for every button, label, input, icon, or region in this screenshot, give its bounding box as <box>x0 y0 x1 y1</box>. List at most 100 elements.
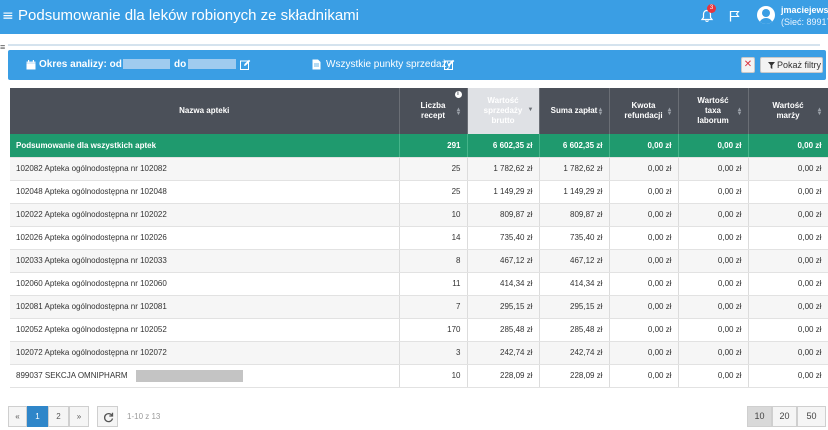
cell-margin: 0,00 zł <box>748 157 828 181</box>
cell-prescriptions: 25 <box>399 157 468 181</box>
edit-points-icon[interactable] <box>444 59 455 70</box>
cell-prescriptions: 7 <box>399 295 468 319</box>
cell-refund: 0,00 zł <box>609 157 679 181</box>
filter-bar: Okres analizy: od do Wszystkie punkty sp… <box>8 50 826 80</box>
cell-prescriptions: 14 <box>399 226 468 250</box>
cell-pharmacy-name: 102033 Apteka ogólnodostępna nr 102033 <box>10 249 400 273</box>
cell-prescriptions: 8 <box>399 249 468 273</box>
cell-taxa-laborum: 0,00 zł <box>678 272 749 296</box>
table-row[interactable]: 102052 Apteka ogólnodostępna nr 102052 1… <box>10 318 828 342</box>
cell-taxa-laborum: 0,00 zł <box>678 295 749 319</box>
column-header-refund[interactable]: Kwota refundacji ▲ ▼ <box>609 88 679 134</box>
flag-icon[interactable] <box>729 10 740 22</box>
menu-icon[interactable]: ≡ <box>2 9 14 23</box>
sort-desc-icon: ▼ <box>527 107 534 113</box>
column-header-taxa-laborum[interactable]: Wartość taxa laborum ▲ ▼ <box>678 88 749 134</box>
cell-gross-sales: 242,74 zł <box>467 341 540 365</box>
cell-refund: 0,00 zł <box>609 272 679 296</box>
cell-pharmacy-name: 102052 Apteka ogólnodostępna nr 102052 <box>10 318 400 342</box>
cell-margin: 0,00 zł <box>748 180 828 204</box>
summary-row: Podsumowanie dla wszystkich aptek 291 6 … <box>10 134 828 158</box>
cell-gross-sales: 1 782,62 zł <box>467 157 540 181</box>
cell-taxa-laborum: 0,00 zł <box>678 157 749 181</box>
page-size-20-button[interactable]: 20 <box>772 406 797 427</box>
cell-prescriptions: 10 <box>399 364 468 388</box>
sort-icon: ▲ ▼ <box>666 107 673 117</box>
cell-refund: 0,00 zł <box>609 341 679 365</box>
cell-payments: 228,09 zł <box>539 364 610 388</box>
next-page-button[interactable]: » <box>69 406 89 427</box>
column-header-pharmacy-name[interactable]: Nazwa apteki <box>10 88 400 134</box>
sidebar-toggle-icon[interactable]: ≡ <box>0 42 5 52</box>
cell-gross-sales: 295,15 zł <box>467 295 540 319</box>
cell-refund: 0,00 zł <box>609 226 679 250</box>
cell-payments: 285,48 zł <box>539 318 610 342</box>
cell-taxa-laborum: 0,00 zł <box>678 318 749 342</box>
cell-pharmacy-name: 102022 Apteka ogólnodostępna nr 102022 <box>10 203 400 227</box>
cell-payments: 809,87 zł <box>539 203 610 227</box>
cell-margin: 0,00 zł <box>748 341 828 365</box>
page-size-50-button[interactable]: 50 <box>797 406 826 427</box>
avatar[interactable] <box>757 6 775 24</box>
cell-taxa-laborum: 0,00 zł <box>678 364 749 388</box>
page-title: Podsumowanie dla leków robionych ze skła… <box>18 7 360 24</box>
cell-payments: 467,12 zł <box>539 249 610 273</box>
table-row[interactable]: 102048 Apteka ogólnodostępna nr 102048 2… <box>10 180 828 204</box>
cell-gross-sales: 809,87 zł <box>467 203 540 227</box>
cell-refund: 0,00 zł <box>609 364 679 388</box>
cell-pharmacy-name: 102082 Apteka ogólnodostępna nr 102082 <box>10 157 400 181</box>
cell-refund: 0,00 zł <box>609 295 679 319</box>
table-row[interactable]: 102082 Apteka ogólnodostępna nr 102082 2… <box>10 157 828 181</box>
page-button-2[interactable]: 2 <box>48 406 69 427</box>
summary-taxa-laborum: 0,00 zł <box>678 134 749 158</box>
info-icon[interactable]: i <box>454 91 462 98</box>
cell-gross-sales: 1 149,29 zł <box>467 180 540 204</box>
cell-refund: 0,00 zł <box>609 249 679 273</box>
refresh-button[interactable] <box>97 406 118 427</box>
cell-gross-sales: 228,09 zł <box>467 364 540 388</box>
table-row[interactable]: 102026 Apteka ogólnodostępna nr 102026 1… <box>10 226 828 250</box>
page-size-10-button[interactable]: 10 <box>747 406 772 427</box>
column-header-prescriptions[interactable]: Liczba recept i ▲ ▼ <box>399 88 468 134</box>
cell-payments: 1 782,62 zł <box>539 157 610 181</box>
calendar-icon <box>26 60 36 70</box>
cell-taxa-laborum: 0,00 zł <box>678 341 749 365</box>
document-icon <box>312 59 321 70</box>
table-row[interactable]: 102072 Apteka ogólnodostępna nr 102072 3… <box>10 341 828 365</box>
cell-pharmacy-name: 102060 Apteka ogólnodostępna nr 102060 <box>10 272 400 296</box>
column-header-gross-sales[interactable]: Wartość sprzedaży brutto ▼ <box>467 88 540 134</box>
user-name[interactable]: jmaciejewska <box>781 5 828 15</box>
cell-prescriptions: 11 <box>399 272 468 296</box>
sales-points-label: Wszystkie punkty sprzedaży <box>326 59 452 70</box>
cell-margin: 0,00 zł <box>748 318 828 342</box>
cell-gross-sales: 414,34 zł <box>467 272 540 296</box>
filter-icon <box>768 62 775 69</box>
cell-pharmacy-name: 899037 SEKCJA OMNIPHARM <box>10 364 400 388</box>
table-row[interactable]: 102022 Apteka ogólnodostępna nr 102022 1… <box>10 203 828 227</box>
date-from-redacted <box>123 59 170 69</box>
column-header-margin[interactable]: Wartość marży ▲ ▼ <box>748 88 828 134</box>
cell-gross-sales: 735,40 zł <box>467 226 540 250</box>
table-row[interactable]: 899037 SEKCJA OMNIPHARM 10 228,09 zł 228… <box>10 364 828 388</box>
close-icon: ✕ <box>743 59 753 70</box>
show-filters-button[interactable]: Pokaż filtry <box>760 57 823 73</box>
edit-period-icon[interactable] <box>240 59 251 70</box>
user-site: (Sieć: 899176) <box>781 17 828 27</box>
page-button-1[interactable]: 1 <box>27 406 48 427</box>
cell-refund: 0,00 zł <box>609 180 679 204</box>
table-row[interactable]: 102081 Apteka ogólnodostępna nr 102081 7… <box>10 295 828 319</box>
summary-refund: 0,00 zł <box>609 134 679 158</box>
period-to-label: do <box>174 59 187 70</box>
table-row[interactable]: 102060 Apteka ogólnodostępna nr 102060 1… <box>10 272 828 296</box>
cell-payments: 414,34 zł <box>539 272 610 296</box>
column-header-payments[interactable]: Suma zapłat ▲ ▼ <box>539 88 610 134</box>
summary-margin: 0,00 zł <box>748 134 828 158</box>
clear-filters-button[interactable]: ✕ <box>741 57 755 73</box>
cell-payments: 735,40 zł <box>539 226 610 250</box>
cell-margin: 0,00 zł <box>748 272 828 296</box>
table-row[interactable]: 102033 Apteka ogólnodostępna nr 102033 8… <box>10 249 828 273</box>
show-filters-label: Pokaż filtry <box>777 60 822 70</box>
cell-prescriptions: 170 <box>399 318 468 342</box>
cell-taxa-laborum: 0,00 zł <box>678 203 749 227</box>
prev-page-button[interactable]: « <box>8 406 27 427</box>
